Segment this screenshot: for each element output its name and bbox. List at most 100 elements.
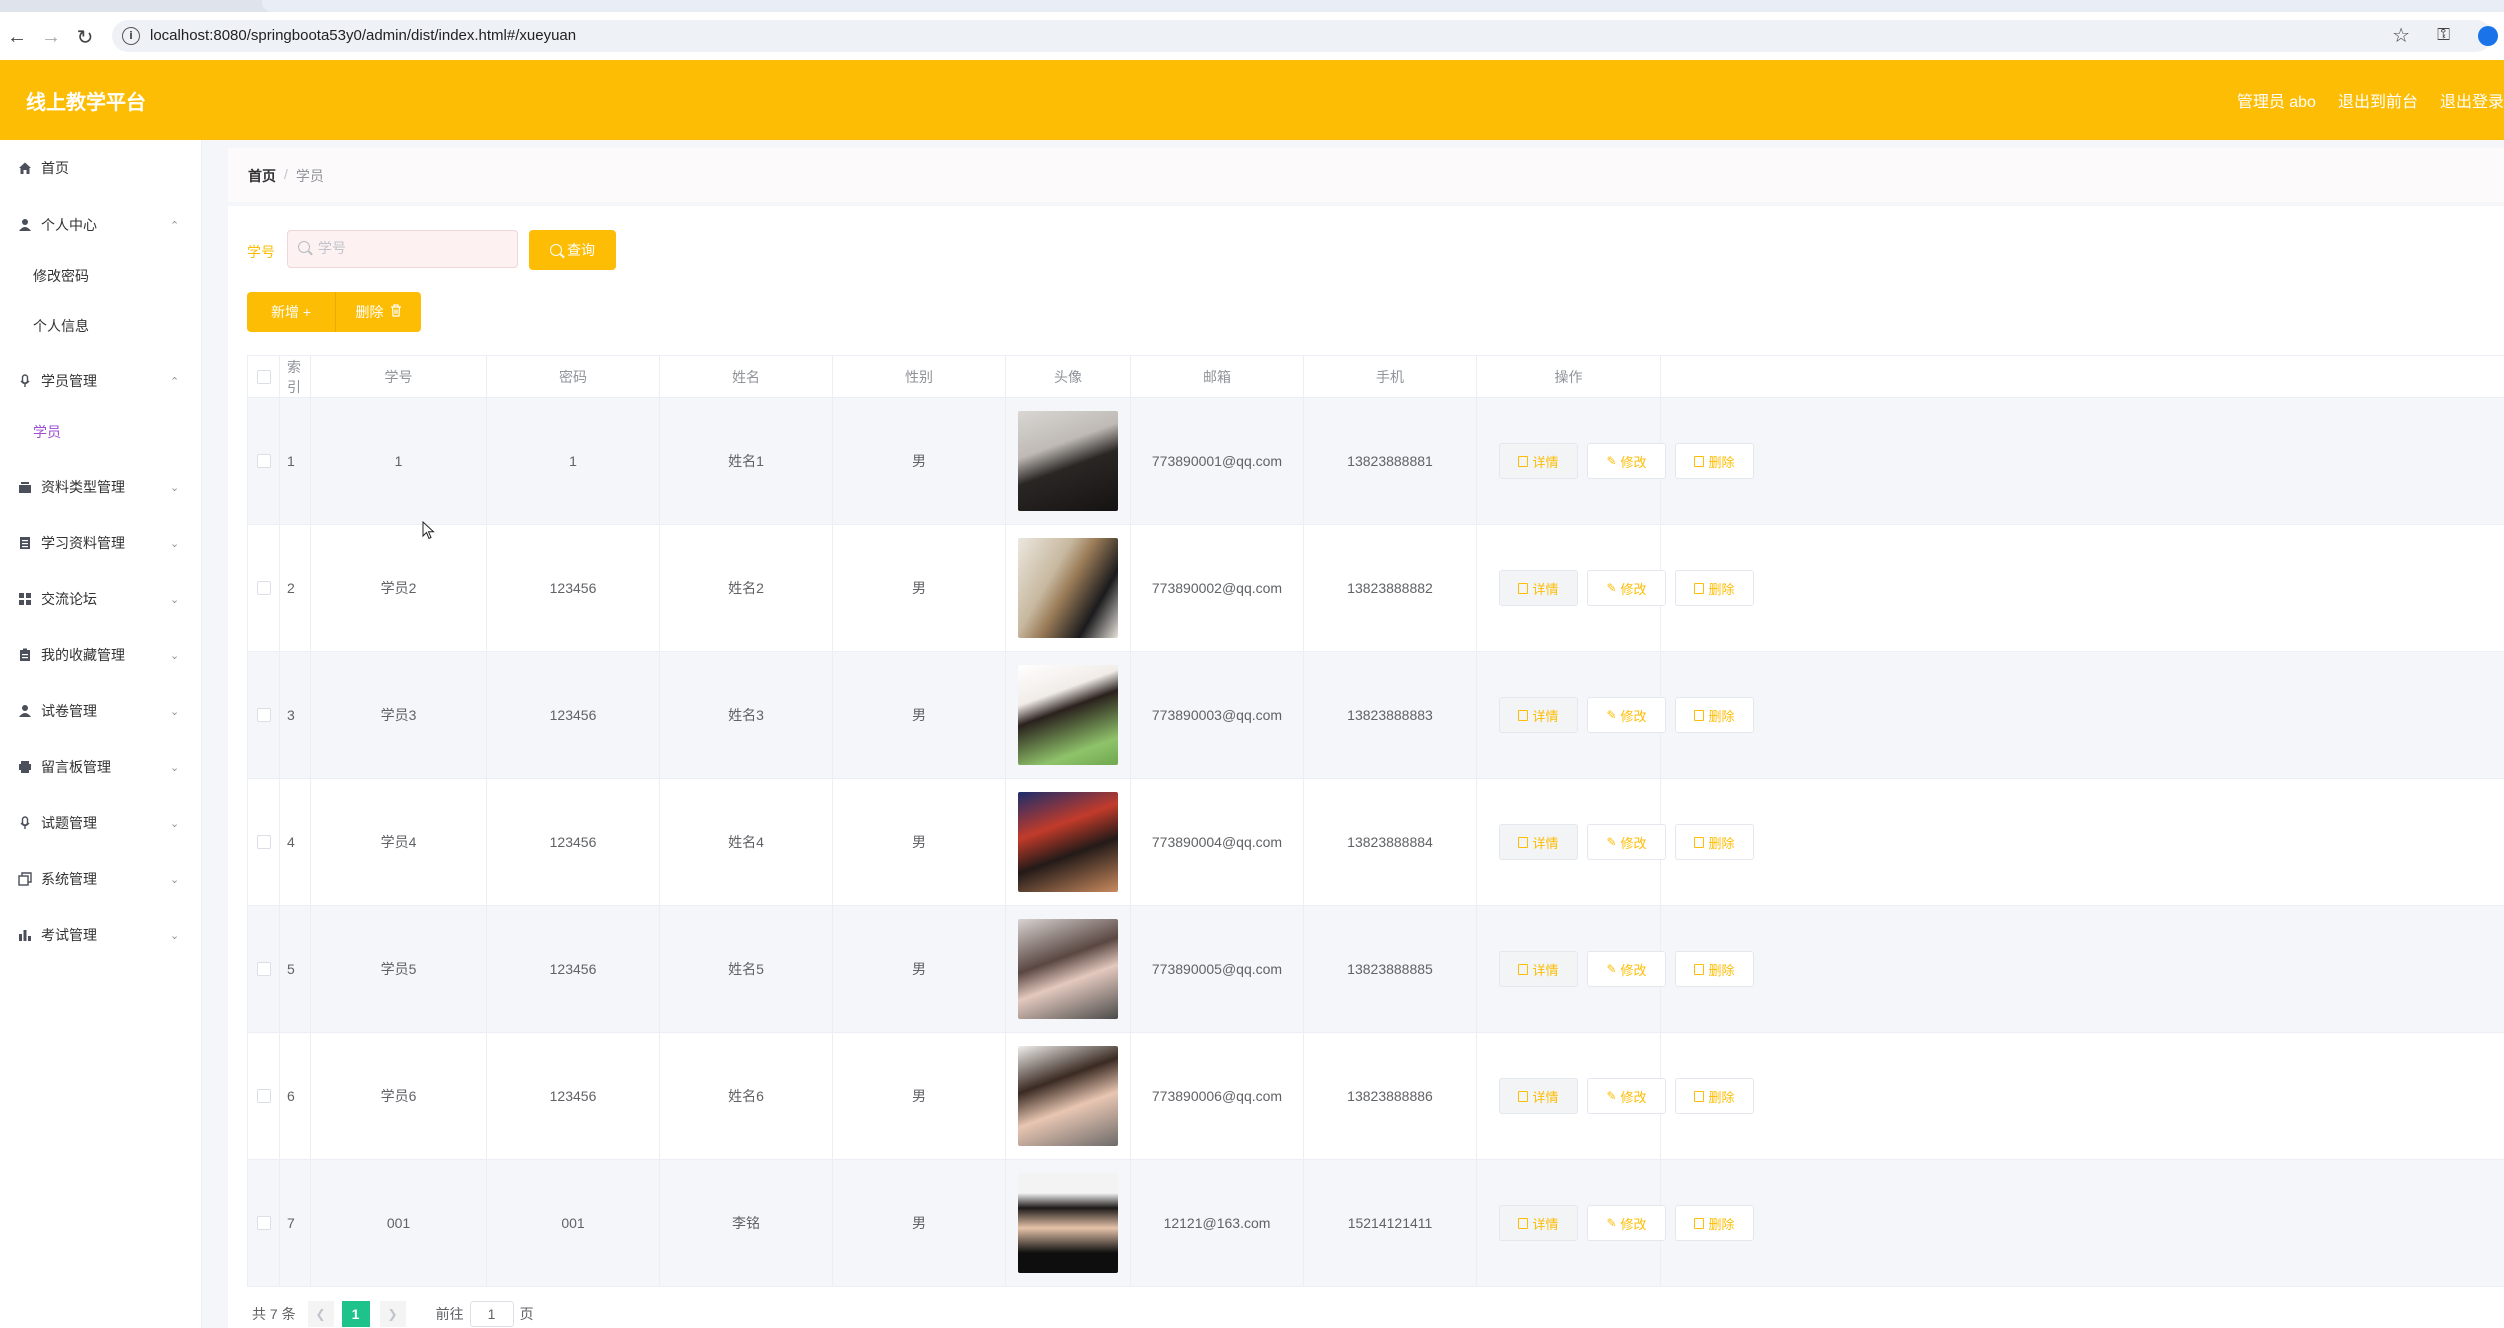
batch-delete-button[interactable]: 删除 bbox=[335, 292, 421, 332]
bar-chart-icon bbox=[17, 928, 32, 943]
delete-button-label: 删除 bbox=[1708, 1216, 1735, 1232]
delete-button[interactable]: 删除 bbox=[1675, 1205, 1754, 1241]
goto-page-input[interactable] bbox=[469, 1301, 514, 1327]
admin-label: 管理员 abo bbox=[2236, 94, 2316, 111]
edit-button[interactable]: ✎ 修改 bbox=[1587, 824, 1666, 860]
reload-icon[interactable]: ↻ bbox=[70, 22, 100, 52]
sidebar-item-personal-info[interactable]: 个人信息 bbox=[0, 311, 202, 341]
forward-icon[interactable]: → bbox=[36, 22, 66, 52]
cell-xingming: 姓名3 bbox=[660, 652, 833, 778]
trash-icon bbox=[1694, 836, 1705, 848]
detail-button[interactable]: 详情 bbox=[1499, 824, 1578, 860]
sidebar-item-change-password[interactable]: 修改密码 bbox=[0, 261, 202, 291]
bookmark-star-icon[interactable]: ☆ bbox=[2392, 23, 2410, 48]
row-checkbox[interactable] bbox=[256, 581, 271, 595]
sidebar-item-question-management[interactable]: 试题管理 ⌄ bbox=[0, 808, 202, 838]
next-page-icon[interactable]: ❯ bbox=[379, 1301, 406, 1327]
add-button[interactable]: 新增 + bbox=[247, 292, 335, 332]
breadcrumb-separator: / bbox=[284, 166, 288, 182]
cell-xingming: 姓名1 bbox=[660, 398, 833, 524]
edit-button[interactable]: ✎ 修改 bbox=[1587, 1205, 1666, 1241]
chevron-down-icon: ⌄ bbox=[170, 816, 180, 830]
chevron-down-icon: ⌄ bbox=[170, 536, 180, 550]
sidebar-item-system-management[interactable]: 系统管理 ⌄ bbox=[0, 864, 202, 894]
detail-button[interactable]: 详情 bbox=[1499, 697, 1578, 733]
key-icon[interactable]: ⚿ bbox=[2437, 25, 2450, 45]
detail-button[interactable]: 详情 bbox=[1499, 443, 1578, 479]
query-button[interactable]: 查询 bbox=[529, 230, 616, 270]
edit-button[interactable]: ✎ 修改 bbox=[1587, 951, 1666, 987]
trash-icon bbox=[1694, 1090, 1705, 1102]
sidebar-item-study-material[interactable]: 学习资料管理 ⌄ bbox=[0, 528, 202, 558]
avatar bbox=[1018, 538, 1118, 638]
browser-tab[interactable] bbox=[262, 0, 2504, 12]
sidebar-item-message-board[interactable]: 留言板管理 ⌄ bbox=[0, 752, 202, 782]
sidebar-item-exam-paper[interactable]: 试卷管理 ⌄ bbox=[0, 696, 202, 726]
address-bar[interactable]: i localhost:8080/springboota53y0/admin/d… bbox=[112, 20, 2498, 52]
document-icon bbox=[1518, 963, 1529, 975]
cell-xingming: 姓名6 bbox=[660, 1033, 833, 1159]
trash-icon bbox=[1694, 709, 1705, 721]
sidebar-item-label: 修改密码 bbox=[33, 268, 89, 284]
prev-page-icon[interactable]: ❮ bbox=[307, 1301, 334, 1327]
logout-link[interactable]: 退出登录 bbox=[2440, 88, 2504, 112]
edit-button[interactable]: ✎ 修改 bbox=[1587, 1078, 1666, 1114]
sidebar-item-home[interactable]: 首页 bbox=[0, 153, 202, 183]
site-info-icon[interactable]: i bbox=[122, 27, 140, 45]
delete-button[interactable]: 删除 bbox=[1675, 443, 1754, 479]
exit-to-frontend-link[interactable]: 退出到前台 bbox=[2338, 88, 2418, 112]
delete-button[interactable]: 删除 bbox=[1675, 697, 1754, 733]
app-title: 线上教学平台 bbox=[26, 92, 146, 114]
chevron-down-icon: ⌄ bbox=[170, 480, 180, 494]
list-icon bbox=[17, 536, 32, 551]
profile-icon[interactable] bbox=[2478, 26, 2498, 46]
pencil-icon: ✎ bbox=[1606, 1089, 1617, 1103]
delete-button[interactable]: 删除 bbox=[1675, 1078, 1754, 1114]
cell-xingbie: 男 bbox=[833, 1160, 1006, 1286]
detail-button[interactable]: 详情 bbox=[1499, 1205, 1578, 1241]
edit-button[interactable]: ✎ 修改 bbox=[1587, 570, 1666, 606]
row-checkbox[interactable] bbox=[256, 1216, 271, 1230]
cell-shouji: 13823888885 bbox=[1304, 906, 1477, 1032]
row-checkbox[interactable] bbox=[256, 1089, 271, 1103]
sidebar-item-exam-management[interactable]: 考试管理 ⌄ bbox=[0, 920, 202, 950]
search-input[interactable] bbox=[318, 240, 508, 256]
sidebar-item-material-type[interactable]: 资料类型管理 ⌄ bbox=[0, 472, 202, 502]
cell-avatar bbox=[1006, 525, 1131, 651]
row-checkbox[interactable] bbox=[256, 962, 271, 976]
cell-xuehao: 学员5 bbox=[311, 906, 487, 1032]
detail-button[interactable]: 详情 bbox=[1499, 951, 1578, 987]
chevron-down-icon: ⌄ bbox=[170, 760, 180, 774]
sidebar-item-personal-center[interactable]: 个人中心 ⌃ bbox=[0, 210, 202, 240]
detail-button-label: 详情 bbox=[1532, 1216, 1559, 1232]
sidebar-item-favorites[interactable]: 我的收藏管理 ⌄ bbox=[0, 640, 202, 670]
row-checkbox[interactable] bbox=[256, 835, 271, 849]
cell-actions: 详情 ✎ 修改 删除 bbox=[1477, 1033, 1754, 1159]
row-checkbox[interactable] bbox=[256, 454, 271, 468]
edit-button[interactable]: ✎ 修改 bbox=[1587, 697, 1666, 733]
delete-button[interactable]: 删除 bbox=[1675, 951, 1754, 987]
sidebar-item-student-management[interactable]: 学员管理 ⌃ bbox=[0, 366, 202, 396]
edit-button[interactable]: ✎ 修改 bbox=[1587, 443, 1666, 479]
cell-mima: 1 bbox=[487, 398, 660, 524]
cell-xingbie: 男 bbox=[833, 906, 1006, 1032]
back-icon[interactable]: ← bbox=[2, 22, 32, 52]
delete-button[interactable]: 删除 bbox=[1675, 824, 1754, 860]
search-field[interactable] bbox=[287, 230, 518, 268]
delete-button[interactable]: 删除 bbox=[1675, 570, 1754, 606]
pagination: 共 7 条 ❮ 1 ❯ 前往 页 bbox=[252, 1301, 534, 1327]
chevron-up-icon: ⌃ bbox=[170, 374, 180, 388]
detail-button[interactable]: 详情 bbox=[1499, 1078, 1578, 1114]
row-checkbox[interactable] bbox=[256, 708, 271, 722]
detail-button[interactable]: 详情 bbox=[1499, 570, 1578, 606]
select-all-checkbox[interactable] bbox=[256, 369, 271, 384]
cell-avatar bbox=[1006, 1033, 1131, 1159]
url-text[interactable]: localhost:8080/springboota53y0/admin/dis… bbox=[150, 27, 576, 44]
row-select-cell bbox=[248, 652, 280, 778]
delete-button-label: 删除 bbox=[1708, 962, 1735, 978]
breadcrumb-home[interactable]: 首页 bbox=[248, 166, 276, 186]
page-number-active[interactable]: 1 bbox=[341, 1301, 370, 1327]
sidebar-item-forum[interactable]: 交流论坛 ⌄ bbox=[0, 584, 202, 614]
sidebar-item-student[interactable]: 学员 bbox=[0, 417, 202, 447]
cell-xuehao: 001 bbox=[311, 1160, 487, 1286]
